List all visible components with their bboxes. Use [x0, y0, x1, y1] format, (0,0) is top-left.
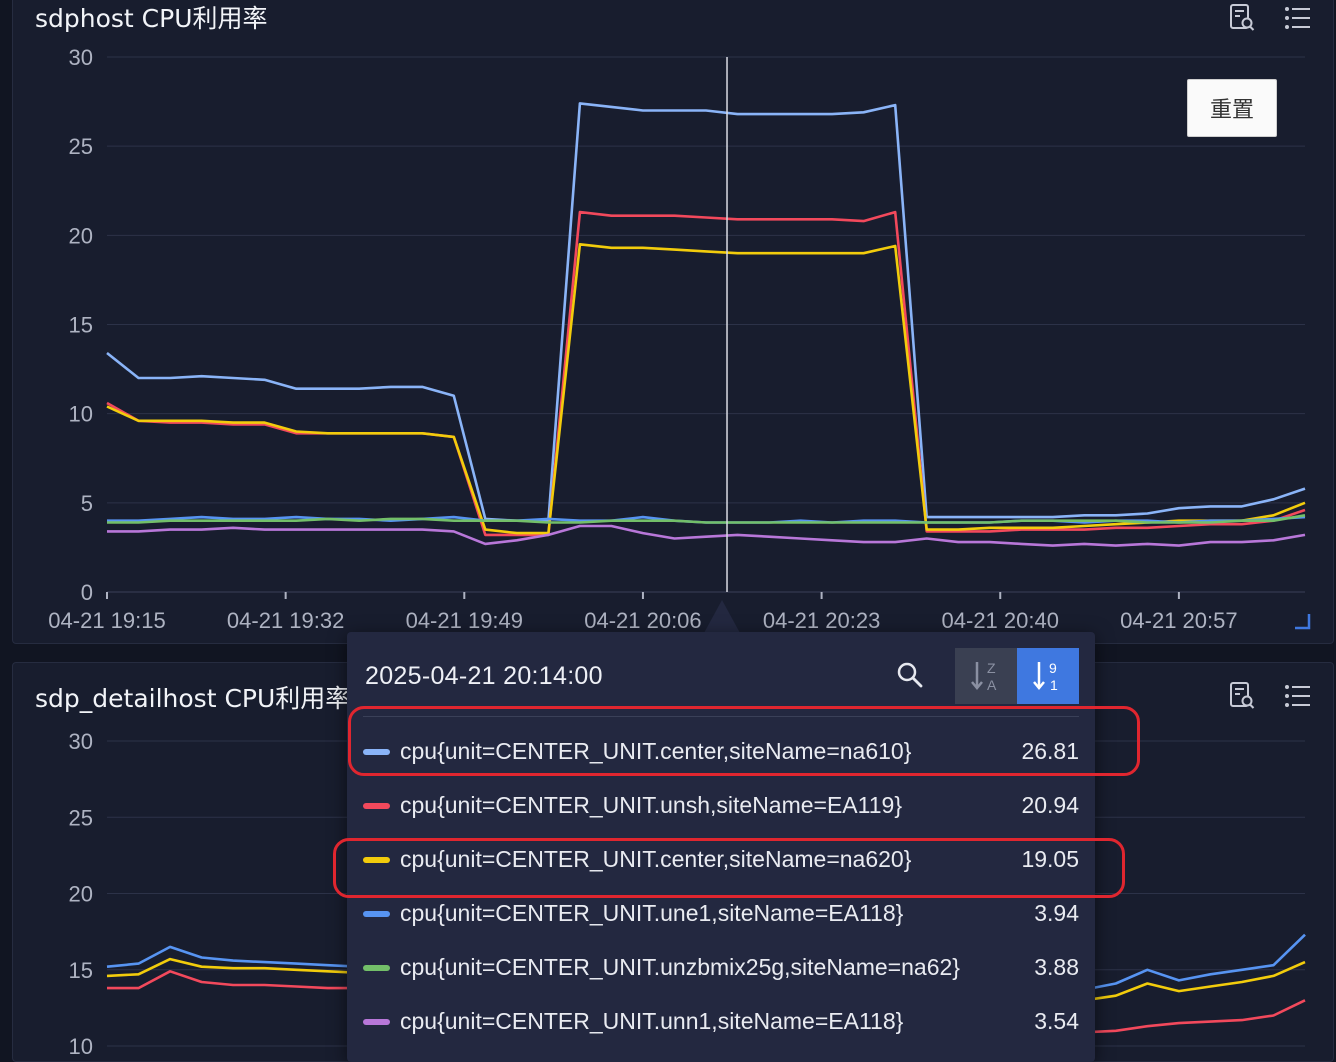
x-tick-label: 04-21 20:06: [584, 608, 701, 633]
x-tick-label: 04-21 20:57: [1120, 608, 1237, 633]
reset-button[interactable]: 重置: [1187, 79, 1277, 137]
x-tick-label: 04-21 20:23: [763, 608, 880, 633]
series-color-swatch: [363, 803, 390, 809]
tooltip-row[interactable]: cpu{unit=CENTER_UNIT.unn1,siteName=EA118…: [363, 1002, 1079, 1042]
x-tick-label: 04-21 19:15: [48, 608, 165, 633]
search-icon[interactable]: [895, 660, 925, 690]
resize-handle-icon[interactable]: [1295, 614, 1311, 630]
y-tick-label: 20: [69, 223, 93, 248]
highlight-annotation: [348, 706, 1140, 776]
tooltip-row[interactable]: cpu{unit=CENTER_UNIT.une1,siteName=EA118…: [363, 894, 1079, 934]
sort-alpha-desc-icon: Z A: [971, 660, 997, 693]
y-tick-label: 5: [81, 491, 93, 516]
series-value: 3.54: [1034, 1008, 1079, 1034]
tooltip-row[interactable]: cpu{unit=CENTER_UNIT.unsh,siteName=EA119…: [363, 786, 1079, 826]
y-tick-label: 25: [69, 805, 93, 830]
line-chart-sdphost[interactable]: 0 5 10 15 20 25 30 04-21 19:15 04-21 19:32 04-21 …: [13, 0, 1334, 644]
series-value: 20.94: [1021, 792, 1079, 818]
svg-text:1: 1: [1050, 677, 1058, 693]
series-line[interactable]: [106, 243, 1306, 535]
sort-alpha-button[interactable]: Z A: [955, 648, 1017, 704]
series-line[interactable]: [106, 102, 1306, 523]
tooltip-time: 2025-04-21 20:14:00: [365, 662, 603, 690]
series-label: cpu{unit=CENTER_UNIT.une1,siteName=EA118…: [400, 900, 904, 926]
svg-text:9: 9: [1049, 660, 1057, 676]
y-tick-label: 25: [69, 134, 93, 159]
series-label: cpu{unit=CENTER_UNIT.unn1,siteName=EA118…: [400, 1008, 904, 1034]
chart-panel-sdphost: sdphost CPU利用率 0 5 10 15 20 25 30 04-21 19:15 04…: [12, 0, 1334, 644]
y-tick-label: 10: [69, 1034, 93, 1059]
y-tick-label: 15: [69, 313, 93, 338]
sort-numeric-desc-icon: 9 1: [1033, 660, 1058, 693]
x-tick-label: 04-21 20:40: [942, 608, 1059, 633]
series-value: 3.94: [1034, 900, 1079, 926]
svg-text:A: A: [987, 677, 997, 693]
series-value: 3.88: [1034, 954, 1079, 980]
y-tick-label: 20: [69, 882, 93, 907]
series-label: cpu{unit=CENTER_UNIT.unsh,siteName=EA119…: [400, 792, 903, 818]
y-tick-label: 0: [81, 580, 93, 605]
tooltip-row[interactable]: cpu{unit=CENTER_UNIT.unzbmix25g,siteName…: [363, 948, 1079, 988]
y-tick-label: 10: [69, 402, 93, 427]
svg-text:Z: Z: [987, 660, 996, 676]
series-line[interactable]: [106, 210, 1306, 537]
sort-numeric-button[interactable]: 9 1: [1017, 648, 1079, 704]
x-tick-label: 04-21 19:32: [227, 608, 344, 633]
highlight-annotation: [333, 838, 1125, 898]
x-tick-label: 04-21 19:49: [406, 608, 523, 633]
series-label: cpu{unit=CENTER_UNIT.unzbmix25g,siteName…: [400, 954, 960, 980]
tooltip-arrow: [704, 600, 740, 633]
y-tick-label: 15: [69, 958, 93, 983]
y-tick-label: 30: [69, 729, 93, 754]
series-color-swatch: [363, 965, 390, 971]
series-color-swatch: [363, 1019, 390, 1025]
y-tick-label: 30: [69, 45, 93, 70]
series-color-swatch: [363, 911, 390, 917]
